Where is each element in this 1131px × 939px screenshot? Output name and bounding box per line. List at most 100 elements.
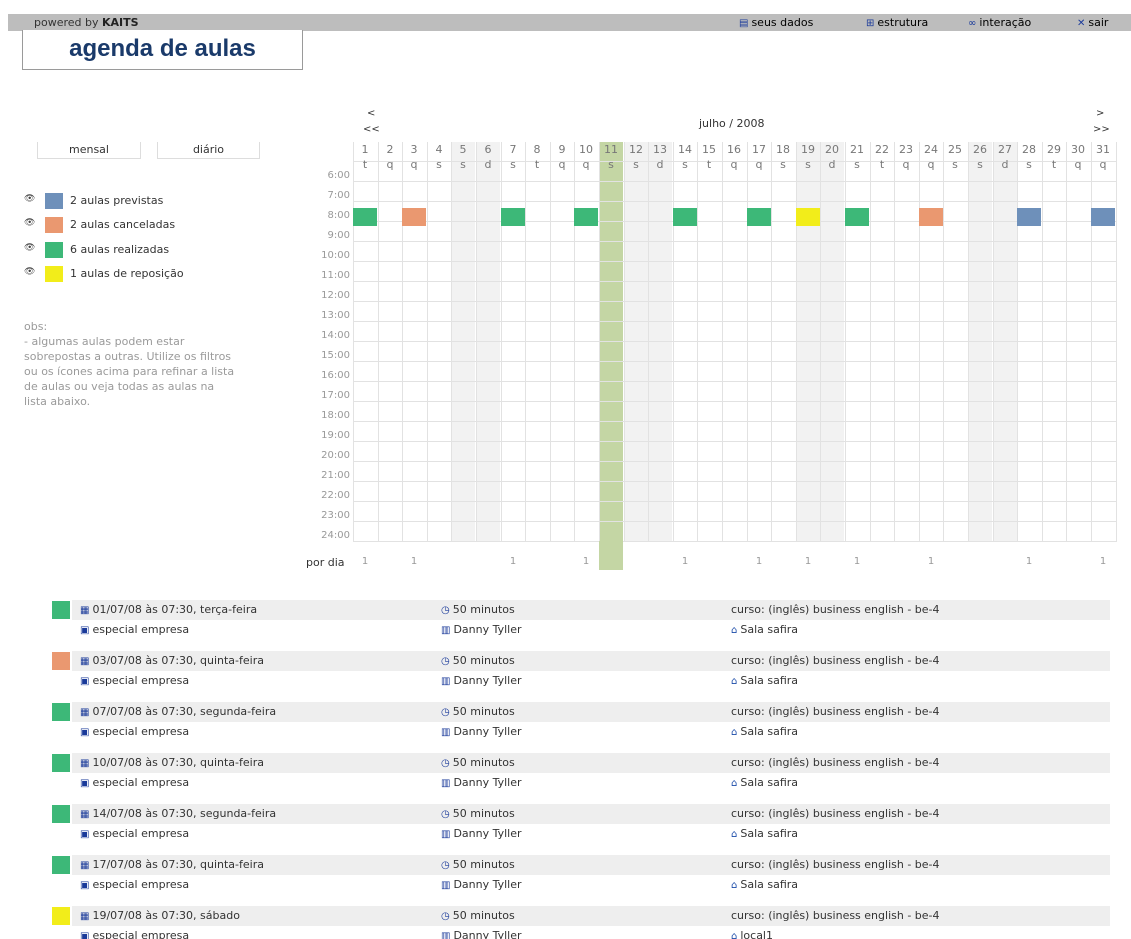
lesson-block[interactable] — [673, 208, 697, 226]
teacher-icon: ▥ — [441, 931, 451, 939]
company-icon: ▣ — [80, 625, 90, 636]
teacher-icon: ▥ — [441, 829, 451, 840]
lesson-status-swatch[interactable] — [52, 856, 70, 874]
day-header[interactable]: 30 q — [1066, 142, 1090, 172]
grid-hline — [353, 221, 1117, 222]
month-calendar: < << julho / 2008 > >> por dia 1t2q3q4s5… — [0, 0, 1131, 575]
lesson-block[interactable] — [402, 208, 426, 226]
next-month-button[interactable]: > — [1096, 108, 1104, 119]
day-header[interactable]: 21 s — [845, 142, 869, 172]
lesson-block[interactable] — [574, 208, 598, 226]
lesson-type-text: especial empresa — [92, 623, 190, 636]
lesson-duration-text: 50 minutos — [452, 603, 515, 616]
lesson-status-swatch[interactable] — [52, 907, 70, 925]
per-day-label: por dia — [306, 556, 345, 569]
lesson-status-swatch[interactable] — [52, 703, 70, 721]
day-header[interactable]: 22 t — [870, 142, 894, 172]
lesson-type: ▣ especial empresa — [80, 776, 189, 789]
lesson-block[interactable] — [919, 208, 943, 226]
day-header[interactable]: 14 s — [673, 142, 697, 172]
grid-hline — [353, 321, 1117, 322]
lesson-date[interactable]: ▦ 10/07/08 às 07:30, quinta-feira — [80, 756, 264, 769]
day-header[interactable]: 27 d — [993, 142, 1017, 172]
day-header[interactable]: 31 q — [1091, 142, 1115, 172]
day-header[interactable]: 8t — [525, 142, 549, 172]
day-header[interactable]: 28 s — [1017, 142, 1041, 172]
grid-hline — [353, 461, 1117, 462]
day-header[interactable]: 23 q — [894, 142, 918, 172]
lesson-status-swatch[interactable] — [52, 652, 70, 670]
day-header[interactable]: 19 s — [796, 142, 820, 172]
teacher-icon: ▥ — [441, 625, 451, 636]
next-year-button[interactable]: >> — [1093, 124, 1110, 135]
today-footer — [599, 541, 623, 570]
prev-month-button[interactable]: < — [367, 108, 375, 119]
day-header[interactable]: 24 q — [919, 142, 943, 172]
lesson-date[interactable]: ▦ 03/07/08 às 07:30, quinta-feira — [80, 654, 264, 667]
lesson-room-text: Sala safira — [740, 623, 799, 636]
lesson-date[interactable]: ▦ 01/07/08 às 07:30, terça-feira — [80, 603, 257, 616]
day-header[interactable]: 20 d — [820, 142, 844, 172]
lesson-block[interactable] — [747, 208, 771, 226]
hour-label: 15:00 — [321, 350, 350, 361]
grid-hline — [353, 301, 1117, 302]
lesson-date[interactable]: ▦ 17/07/08 às 07:30, quinta-feira — [80, 858, 264, 871]
lesson-block[interactable] — [353, 208, 377, 226]
day-header[interactable]: 10 q — [574, 142, 598, 172]
day-header[interactable]: 29 t — [1042, 142, 1066, 172]
clock-icon: ◷ — [441, 809, 450, 820]
lesson-status-swatch[interactable] — [52, 805, 70, 823]
lesson-status-swatch[interactable] — [52, 601, 70, 619]
day-header[interactable]: 18 s — [771, 142, 795, 172]
day-header[interactable]: 1t — [353, 142, 377, 172]
day-header[interactable]: 3q — [402, 142, 426, 172]
lesson-block[interactable] — [1017, 208, 1041, 226]
prev-year-button[interactable]: << — [363, 124, 380, 135]
day-header[interactable]: 15 t — [697, 142, 721, 172]
lesson-date[interactable]: ▦ 07/07/08 às 07:30, segunda-feira — [80, 705, 276, 718]
lesson-block[interactable] — [501, 208, 525, 226]
day-header[interactable]: 26 s — [968, 142, 992, 172]
lesson-date[interactable]: ▦ 19/07/08 às 07:30, sábado — [80, 909, 240, 922]
lesson-block[interactable] — [845, 208, 869, 226]
lesson-course: curso: (inglês) business english - be-4 — [731, 909, 940, 922]
lesson-duration-text: 50 minutos — [452, 807, 515, 820]
clock-icon: ◷ — [441, 911, 450, 922]
lesson-room-text: Sala safira — [740, 878, 799, 891]
company-icon: ▣ — [80, 727, 90, 738]
day-weekday: q — [1074, 158, 1082, 171]
room-icon: ⌂ — [731, 625, 738, 636]
day-number: 18 — [776, 143, 790, 156]
day-weekday: q — [730, 158, 738, 171]
lesson-room-text: Sala safira — [740, 725, 799, 738]
lesson-duration: ◷ 50 minutos — [441, 858, 515, 871]
day-number: 22 — [875, 143, 889, 156]
lesson-type-text: especial empresa — [92, 776, 190, 789]
lesson-room: ⌂ Sala safira — [731, 827, 798, 840]
lesson-status-swatch[interactable] — [52, 754, 70, 772]
lesson-room: ⌂ Sala safira — [731, 623, 798, 636]
lesson-row: ▦ 03/07/08 às 07:30, quinta-feira ◷ 50 minu… — [52, 651, 1110, 695]
day-header[interactable]: 9q — [550, 142, 574, 172]
day-number: 12 — [629, 143, 643, 156]
day-header[interactable]: 16 q — [722, 142, 746, 172]
day-header[interactable]: 6d — [476, 142, 500, 172]
day-header[interactable]: 7s — [501, 142, 525, 172]
lesson-block[interactable] — [796, 208, 820, 226]
lesson-teacher: ▥ Danny Tyller — [441, 827, 522, 840]
day-header[interactable]: 17 q — [747, 142, 771, 172]
day-header[interactable]: 13 d — [648, 142, 672, 172]
day-header[interactable]: 5s — [451, 142, 475, 172]
hour-label: 11:00 — [321, 270, 350, 281]
day-header[interactable]: 2q — [378, 142, 402, 172]
grid-hline — [353, 381, 1117, 382]
lesson-block[interactable] — [1091, 208, 1115, 226]
lesson-date[interactable]: ▦ 14/07/08 às 07:30, segunda-feira — [80, 807, 276, 820]
calendar-icon: ▦ — [80, 707, 90, 718]
day-header[interactable]: 25 s — [943, 142, 967, 172]
day-weekday: q — [755, 158, 763, 171]
day-header[interactable]: 11 s — [599, 142, 623, 172]
day-header[interactable]: 12 s — [624, 142, 648, 172]
day-header[interactable]: 4s — [427, 142, 451, 172]
lesson-teacher-text: Danny Tyller — [453, 725, 522, 738]
